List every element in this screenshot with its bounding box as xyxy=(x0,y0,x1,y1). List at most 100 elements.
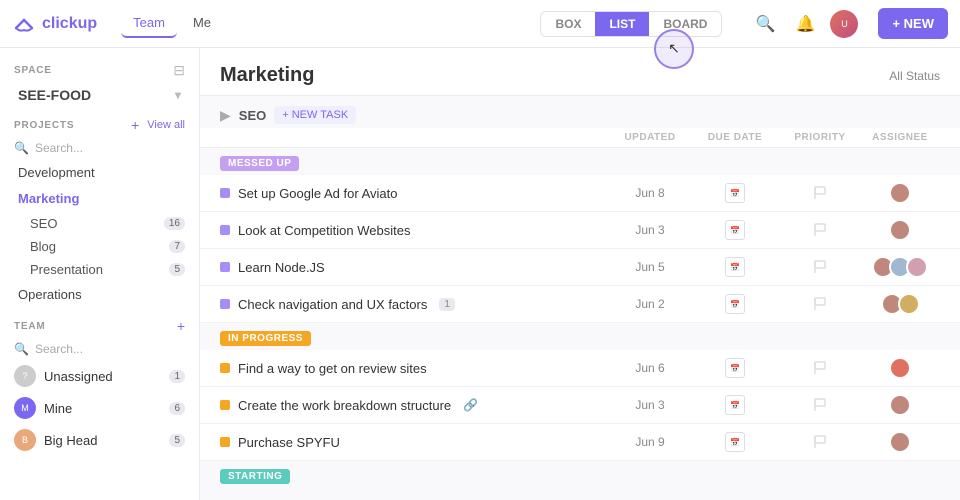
task-updated: Jun 3 xyxy=(610,223,690,237)
priority-cell xyxy=(780,432,860,452)
priority-flag-icon[interactable] xyxy=(810,358,830,378)
sidebar-sub-seo[interactable]: SEO 16 xyxy=(0,212,199,235)
user-avatar[interactable]: U xyxy=(830,10,858,38)
mine-avatar: M xyxy=(14,397,36,419)
team-member-mine[interactable]: M Mine 6 xyxy=(0,392,199,424)
bighead-label: Big Head xyxy=(44,433,97,448)
priority-flag-icon[interactable] xyxy=(810,257,830,277)
new-button[interactable]: + NEW xyxy=(878,8,948,39)
priority-flag-icon[interactable] xyxy=(810,432,830,452)
priority-flag-icon[interactable] xyxy=(810,183,830,203)
table-row[interactable]: Look at Competition Websites Jun 3 📅 xyxy=(200,212,960,249)
development-label: Development xyxy=(18,165,95,180)
presentation-badge: 5 xyxy=(169,263,185,276)
calendar-icon[interactable]: 📅 xyxy=(725,395,745,415)
table-row[interactable]: Check navigation and UX factors 1 Jun 2 … xyxy=(200,286,960,323)
due-date-cell: 📅 xyxy=(690,395,780,415)
sidebar-team-search[interactable]: 🔍 Search... xyxy=(0,338,199,360)
view-tab-board[interactable]: BOARD xyxy=(649,12,721,36)
space-name: SEE-FOOD xyxy=(18,87,91,103)
assignee-cell xyxy=(860,394,940,416)
search-icon[interactable]: 🔍 xyxy=(750,9,780,39)
link-icon: 🔗 xyxy=(463,398,478,412)
table-row[interactable]: Create the work breakdown structure 🔗 Ju… xyxy=(200,387,960,424)
task-status-dot xyxy=(220,400,230,410)
main-layout: SPACE ⊟ SEE-FOOD ▾ PROJECTS + View all 🔍… xyxy=(0,48,960,500)
assignee-avatar xyxy=(889,431,911,453)
calendar-icon[interactable]: 📅 xyxy=(725,294,745,314)
col-assignee: ASSIGNEE xyxy=(860,132,940,143)
space-label: SPACE xyxy=(14,65,52,76)
sidebar-project-search[interactable]: 🔍 Search... xyxy=(0,137,199,159)
priority-cell xyxy=(780,183,860,203)
top-nav: clickup Team Me ↖ BOX LIST BOARD 🔍 🔔 U +… xyxy=(0,0,960,48)
task-status-dot xyxy=(220,363,230,373)
view-all-link[interactable]: View all xyxy=(147,119,185,131)
sidebar-sub-presentation[interactable]: Presentation 5 xyxy=(0,258,199,281)
task-status-dot xyxy=(220,437,230,447)
logo-icon xyxy=(12,12,36,36)
seo-label: SEO xyxy=(30,216,57,231)
notifications-icon[interactable]: 🔔 xyxy=(790,9,820,39)
sidebar-sub-blog[interactable]: Blog 7 xyxy=(0,235,199,258)
assignee-avatar xyxy=(898,293,920,315)
team-member-bighead[interactable]: B Big Head 5 xyxy=(0,424,199,456)
marketing-label: Marketing xyxy=(18,191,79,206)
nav-tabs: Team Me xyxy=(121,9,223,38)
priority-flag-icon[interactable] xyxy=(810,220,830,240)
calendar-icon[interactable]: 📅 xyxy=(725,358,745,378)
priority-flag-icon[interactable] xyxy=(810,395,830,415)
calendar-icon[interactable]: 📅 xyxy=(725,183,745,203)
search-label: Search... xyxy=(35,141,83,155)
add-project-icon[interactable]: + xyxy=(131,117,139,133)
due-date-cell: 📅 xyxy=(690,183,780,203)
priority-cell xyxy=(780,358,860,378)
sidebar-item-development[interactable]: Development xyxy=(4,160,195,185)
task-updated: Jun 6 xyxy=(610,361,690,375)
task-updated: Jun 5 xyxy=(610,260,690,274)
table-row[interactable]: Set up Google Ad for Aviato Jun 8 📅 xyxy=(200,175,960,212)
assignee-cell xyxy=(860,357,940,379)
calendar-icon[interactable]: 📅 xyxy=(725,432,745,452)
view-tab-list[interactable]: LIST xyxy=(595,12,649,36)
nav-tab-team[interactable]: Team xyxy=(121,9,177,38)
sidebar-item-marketing[interactable]: Marketing xyxy=(4,186,195,211)
assignee-cell xyxy=(860,431,940,453)
operations-label: Operations xyxy=(18,287,82,302)
due-date-cell: 📅 xyxy=(690,432,780,452)
bighead-avatar: B xyxy=(14,429,36,451)
mine-count: 6 xyxy=(169,402,185,415)
content-header: Marketing All Status xyxy=(200,48,960,96)
due-date-cell: 📅 xyxy=(690,294,780,314)
table-row[interactable]: Find a way to get on review sites Jun 6 … xyxy=(200,350,960,387)
task-name: Set up Google Ad for Aviato xyxy=(238,186,398,201)
table-row[interactable]: Learn Node.JS Jun 5 📅 xyxy=(200,249,960,286)
space-chevron-icon: ▾ xyxy=(175,88,181,102)
task-updated: Jun 9 xyxy=(610,435,690,449)
assignee-avatar xyxy=(889,394,911,416)
badge-messed-up: MESSED UP xyxy=(220,156,299,171)
unassigned-label: Unassigned xyxy=(44,369,113,384)
table-row[interactable]: Purchase SPYFU Jun 9 📅 xyxy=(200,424,960,461)
calendar-icon[interactable]: 📅 xyxy=(725,257,745,277)
assignee-avatar xyxy=(906,256,928,278)
team-search-label: Search... xyxy=(35,342,83,356)
task-status-dot xyxy=(220,262,230,272)
view-tab-box[interactable]: BOX xyxy=(541,12,595,36)
task-updated: Jun 8 xyxy=(610,186,690,200)
add-team-icon[interactable]: + xyxy=(177,318,185,334)
space-name-item[interactable]: SEE-FOOD ▾ xyxy=(4,82,195,108)
nav-tab-me[interactable]: Me xyxy=(181,9,223,38)
all-status-button[interactable]: All Status xyxy=(889,69,940,83)
team-member-unassigned[interactable]: ? Unassigned 1 xyxy=(0,360,199,392)
logo: clickup xyxy=(12,12,97,36)
task-name: Look at Competition Websites xyxy=(238,223,410,238)
sidebar-item-operations[interactable]: Operations xyxy=(4,282,195,307)
sidebar-filter-icon[interactable]: ⊟ xyxy=(173,62,185,79)
unassigned-avatar: ? xyxy=(14,365,36,387)
section-toggle-icon[interactable]: ▶ xyxy=(220,107,231,124)
priority-flag-icon[interactable] xyxy=(810,294,830,314)
seo-badge: 16 xyxy=(164,217,185,230)
new-task-button[interactable]: + NEW TASK xyxy=(274,106,356,124)
calendar-icon[interactable]: 📅 xyxy=(725,220,745,240)
